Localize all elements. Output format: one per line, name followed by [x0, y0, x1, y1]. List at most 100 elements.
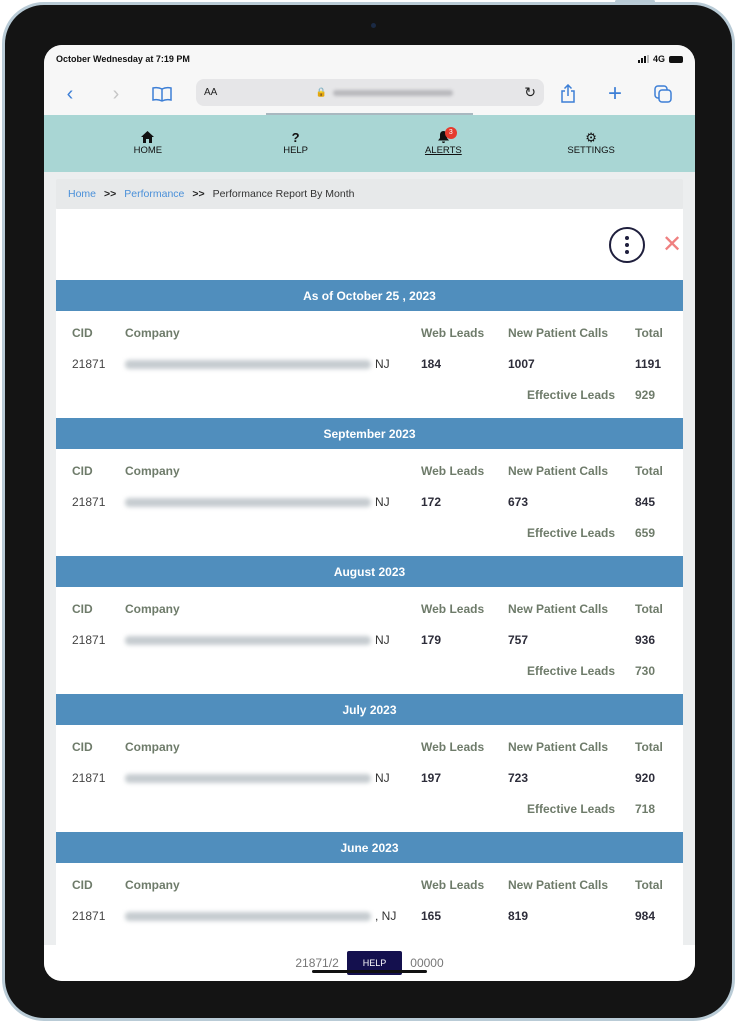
- reader-aa-button[interactable]: AA: [204, 87, 244, 98]
- cell-web-leads: 179: [421, 633, 442, 647]
- col-total: Total: [635, 878, 663, 892]
- section-header: As of October 25 , 2023: [56, 280, 683, 311]
- signal-icon: [637, 55, 649, 63]
- url-bar[interactable]: AA 🔒 ↻: [196, 79, 544, 106]
- company-name-blurred: [125, 636, 371, 646]
- col-cid: CID: [72, 326, 93, 340]
- col-company: Company: [125, 326, 180, 340]
- breadcrumb-home[interactable]: Home: [68, 188, 96, 200]
- cell-new-patient-calls: 757: [508, 633, 529, 647]
- col-cid: CID: [72, 878, 93, 892]
- section-table: CID Company Web Leads New Patient Calls …: [56, 449, 683, 556]
- nav-help[interactable]: ? HELP: [241, 130, 351, 157]
- section-header: September 2023: [56, 418, 683, 449]
- home-icon: [141, 131, 155, 145]
- url-text-blurred: [332, 89, 453, 96]
- effective-leads-value: 718: [635, 802, 656, 816]
- cell-cid: 21871: [72, 909, 106, 923]
- tabs-icon[interactable]: [649, 80, 677, 108]
- col-total: Total: [635, 464, 663, 478]
- effective-leads-label: Effective Leads: [527, 802, 616, 816]
- back-icon[interactable]: ‹: [56, 80, 84, 108]
- effective-leads-value: 929: [635, 388, 656, 402]
- app-nav: HOME ? HELP 3 ALERTS ⚙ SETTINGS: [44, 115, 695, 172]
- col-web-leads: Web Leads: [421, 740, 485, 754]
- col-new-patient-calls: New Patient Calls: [508, 602, 609, 616]
- cell-total: 920: [635, 771, 656, 785]
- question-icon: ?: [291, 130, 300, 145]
- more-options-button[interactable]: [609, 226, 645, 263]
- section-header: July 2023: [56, 694, 683, 725]
- cell-total: 984: [635, 909, 656, 923]
- cell-web-leads: 165: [421, 909, 442, 923]
- cell-cid: 21871: [72, 771, 106, 785]
- table-header-row: CID Company Web Leads New Patient Calls …: [56, 326, 683, 342]
- cell-company: NJ: [125, 357, 390, 371]
- col-total: Total: [635, 326, 663, 340]
- cell-cid: 21871: [72, 633, 106, 647]
- cell-web-leads: 184: [421, 357, 442, 371]
- section-title: September 2023: [323, 426, 416, 441]
- company-name-blurred: [125, 498, 371, 508]
- col-web-leads: Web Leads: [421, 326, 485, 340]
- reload-icon[interactable]: ↻: [524, 84, 536, 101]
- footer-bar: 21871/2 HELP 00000: [44, 945, 695, 981]
- cell-company: , NJ: [125, 909, 396, 923]
- breadcrumb: Home >> Performance >> Performance Repor…: [56, 179, 683, 209]
- section-title: June 2023: [340, 840, 399, 855]
- month-section: September 2023 CID Company Web Leads New…: [56, 418, 683, 556]
- table-row: 21871 NJ 197 723 920: [56, 771, 683, 787]
- monthly-sections: As of October 25 , 2023 CID Company Web …: [56, 280, 683, 970]
- footer-left-text: 21871/2: [295, 956, 339, 970]
- forward-icon[interactable]: ›: [102, 80, 130, 108]
- camera: [371, 23, 376, 28]
- share-icon[interactable]: [554, 80, 582, 108]
- cell-total: 845: [635, 495, 656, 509]
- section-title: August 2023: [333, 564, 406, 579]
- cell-web-leads: 172: [421, 495, 442, 509]
- effective-leads-label: Effective Leads: [527, 664, 616, 678]
- table-row: 21871 NJ 179 757 936: [56, 633, 683, 649]
- col-new-patient-calls: New Patient Calls: [508, 878, 609, 892]
- col-new-patient-calls: New Patient Calls: [508, 326, 609, 340]
- month-section: August 2023 CID Company Web Leads New Pa…: [56, 556, 683, 694]
- page-content: Home >> Performance >> Performance Repor…: [44, 172, 695, 970]
- close-icon[interactable]: ✕: [661, 232, 683, 257]
- col-total: Total: [635, 602, 663, 616]
- effective-leads-row: Effective Leads 718: [56, 802, 683, 818]
- table-row: 21871 NJ 172 673 845: [56, 495, 683, 511]
- nav-settings[interactable]: ⚙ SETTINGS: [536, 130, 646, 157]
- nav-alerts[interactable]: 3 ALERTS: [388, 127, 498, 156]
- section-table: CID Company Web Leads New Patient Calls …: [56, 725, 683, 832]
- lock-icon: 🔒: [315, 87, 327, 97]
- cell-company: NJ: [125, 633, 390, 647]
- breadcrumb-performance[interactable]: Performance: [124, 188, 184, 200]
- cell-total: 1191: [635, 357, 662, 371]
- col-cid: CID: [72, 464, 93, 478]
- gear-icon: ⚙: [585, 130, 597, 145]
- section-table: CID Company Web Leads New Patient Calls …: [56, 587, 683, 694]
- col-new-patient-calls: New Patient Calls: [508, 740, 609, 754]
- col-company: Company: [125, 464, 180, 478]
- status-bar: October Wednesday at 7:19 PM 4G: [44, 45, 695, 73]
- screen: October Wednesday at 7:19 PM 4G ‹ › AA 🔒…: [44, 45, 695, 981]
- effective-leads-label: Effective Leads: [527, 526, 616, 540]
- section-header: August 2023: [56, 556, 683, 587]
- effective-leads-value: 659: [635, 526, 656, 540]
- section-header: June 2023: [56, 832, 683, 863]
- col-web-leads: Web Leads: [421, 464, 485, 478]
- col-web-leads: Web Leads: [421, 602, 485, 616]
- bookmarks-icon[interactable]: [148, 80, 176, 108]
- new-tab-icon[interactable]: +: [601, 80, 629, 108]
- effective-leads-label: Effective Leads: [527, 388, 616, 402]
- table-header-row: CID Company Web Leads New Patient Calls …: [56, 740, 683, 756]
- cell-new-patient-calls: 819: [508, 909, 529, 923]
- table-header-row: CID Company Web Leads New Patient Calls …: [56, 464, 683, 480]
- col-web-leads: Web Leads: [421, 878, 485, 892]
- company-name-blurred: [125, 774, 371, 784]
- nav-home[interactable]: HOME: [93, 131, 203, 156]
- status-time: October Wednesday at 7:19 PM: [56, 54, 190, 64]
- section-table: CID Company Web Leads New Patient Calls …: [56, 311, 683, 418]
- cell-new-patient-calls: 673: [508, 495, 529, 509]
- col-company: Company: [125, 602, 180, 616]
